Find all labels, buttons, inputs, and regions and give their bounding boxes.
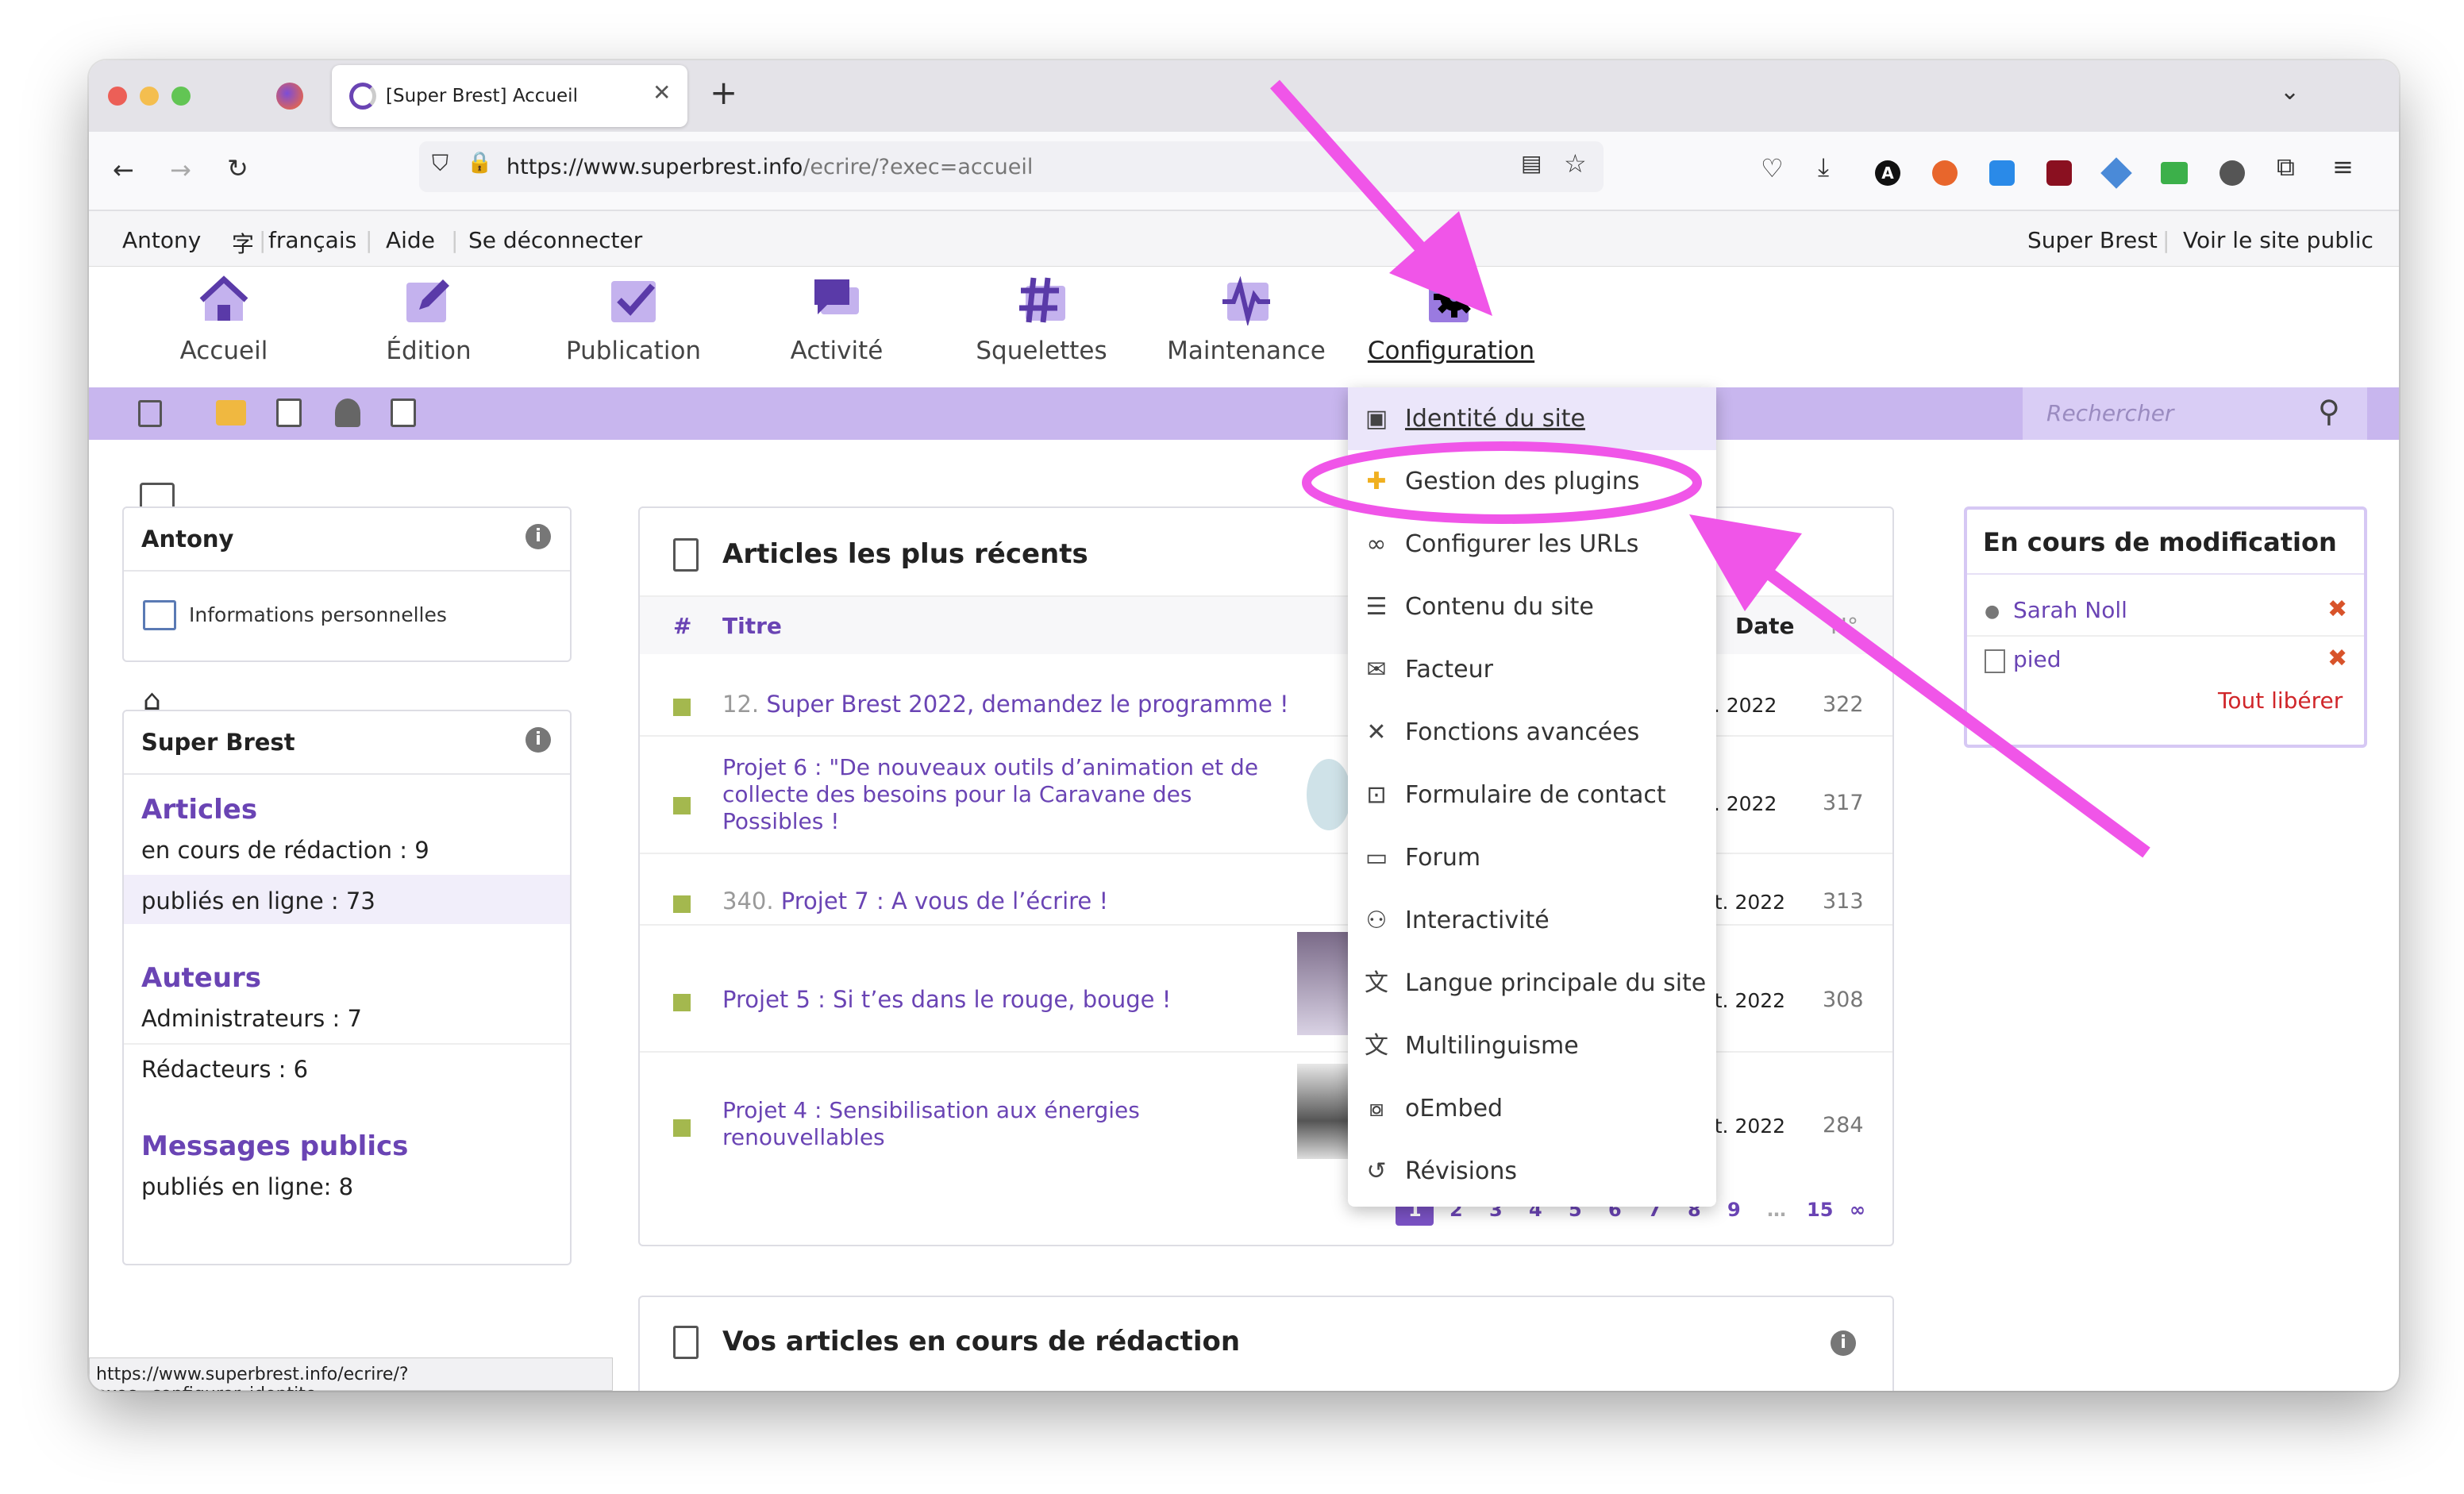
annotation-ellipse xyxy=(1302,441,1702,524)
annotation-arrow-top xyxy=(1270,79,1435,264)
annotation-overlay xyxy=(1270,79,2150,858)
annotation-arrowhead-right xyxy=(1689,514,1802,611)
annotation-arrow-right xyxy=(1758,563,2150,858)
